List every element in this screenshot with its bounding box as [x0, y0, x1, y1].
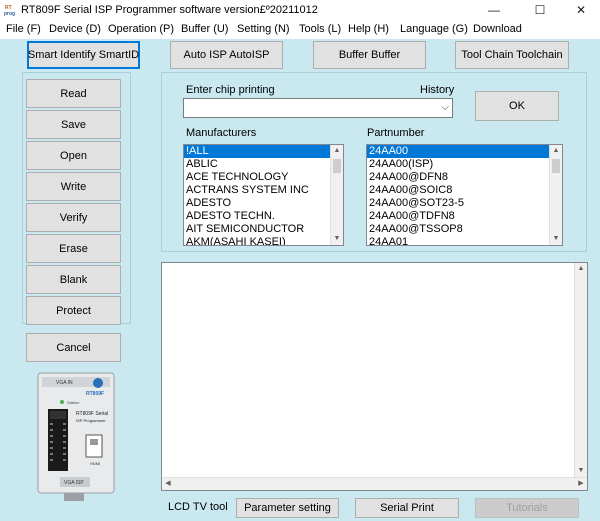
- device-led-label: Station: [67, 400, 79, 405]
- minimize-button[interactable]: —: [473, 0, 515, 21]
- protect-button[interactable]: Protect: [26, 296, 121, 325]
- list-item[interactable]: 24AA00@SOIC8: [367, 184, 562, 197]
- list-item[interactable]: 24AA00(ISP): [367, 158, 562, 171]
- open-button[interactable]: Open: [26, 141, 121, 170]
- menu-tools[interactable]: Tools (L): [299, 23, 341, 35]
- title-bar: RT prog RT809F Serial ISP Programmer sof…: [0, 0, 600, 21]
- device-side-label: HDMI: [90, 461, 100, 466]
- log-horizontal-scrollbar[interactable]: ◀ ▶: [162, 477, 587, 490]
- scroll-up-icon[interactable]: ▲: [575, 263, 587, 275]
- history-label: History: [420, 84, 455, 96]
- window-title: RT809F Serial ISP Programmer software ve…: [21, 4, 318, 16]
- scroll-right-icon[interactable]: ▶: [575, 478, 587, 490]
- maximize-button[interactable]: ☐: [519, 0, 561, 21]
- list-item[interactable]: 24AA00@DFN8: [367, 171, 562, 184]
- list-item[interactable]: AIT SEMICONDUCTOR: [184, 223, 343, 236]
- list-item[interactable]: AKM(ASAHI KASEI): [184, 236, 343, 245]
- programmer-device-image: VGA IN RT809F Station RT809F Serial ISP …: [37, 372, 115, 501]
- list-item[interactable]: 24AA01: [367, 236, 562, 245]
- menu-download[interactable]: Download: [473, 23, 522, 35]
- menu-file[interactable]: File (F): [6, 23, 41, 35]
- list-item[interactable]: 24AA00@SOT23-5: [367, 197, 562, 210]
- scroll-up-icon[interactable]: ▲: [331, 145, 343, 157]
- log-vertical-scrollbar[interactable]: ▲ ▼: [574, 263, 587, 477]
- svg-text:prog: prog: [4, 11, 15, 17]
- tool-chain-button[interactable]: Tool Chain Toolchain: [455, 41, 569, 69]
- cancel-button[interactable]: Cancel: [26, 333, 121, 362]
- parameter-setting-button[interactable]: Parameter setting: [236, 498, 339, 518]
- list-item[interactable]: ACE TECHNOLOGY: [184, 171, 343, 184]
- enter-chip-label: Enter chip printing: [186, 84, 275, 96]
- log-output[interactable]: ▲ ▼ ◀ ▶: [161, 262, 588, 491]
- menu-buffer[interactable]: Buffer (U): [181, 23, 228, 35]
- device-bottom-label: VGA ISP: [64, 480, 84, 486]
- scroll-left-icon[interactable]: ◀: [162, 478, 174, 490]
- menu-bar: File (F) Device (D) Operation (P) Buffer…: [0, 21, 600, 39]
- manufacturers-label: Manufacturers: [186, 127, 257, 139]
- menu-device[interactable]: Device (D): [49, 23, 101, 35]
- partnumber-list[interactable]: 24AA00 24AA00(ISP) 24AA00@DFN8 24AA00@SO…: [366, 144, 563, 246]
- device-brand-label: RT809F Serial: [76, 411, 108, 417]
- blank-button[interactable]: Blank: [26, 265, 121, 294]
- device-top-label: VGA IN: [56, 380, 73, 386]
- tutorials-button: Tutorials: [475, 498, 579, 518]
- scroll-down-icon[interactable]: ▼: [550, 233, 562, 245]
- menu-setting[interactable]: Setting (N): [237, 23, 290, 35]
- scroll-thumb[interactable]: [552, 159, 560, 173]
- verify-button[interactable]: Verify: [26, 203, 121, 232]
- ok-button[interactable]: OK: [475, 91, 559, 121]
- serial-print-button[interactable]: Serial Print: [355, 498, 459, 518]
- scroll-up-icon[interactable]: ▲: [550, 145, 562, 157]
- auto-isp-button[interactable]: Auto ISP AutoISP: [170, 41, 283, 69]
- device-subtitle-label: ISP Programmer: [76, 418, 106, 423]
- list-item[interactable]: 24AA00@TDFN8: [367, 210, 562, 223]
- svg-text:RT809F: RT809F: [86, 391, 104, 397]
- lcd-tv-tool-label: LCD TV tool: [168, 501, 228, 513]
- close-button[interactable]: ✕: [560, 0, 600, 21]
- menu-language[interactable]: Language (G): [400, 23, 468, 35]
- list-item[interactable]: 24AA00@TSSOP8: [367, 223, 562, 236]
- scroll-down-icon[interactable]: ▼: [575, 465, 587, 477]
- menu-operation[interactable]: Operation (P): [108, 23, 174, 35]
- list-item[interactable]: ACTRANS SYSTEM INC: [184, 184, 343, 197]
- list-item[interactable]: 24AA00: [367, 145, 562, 158]
- menu-help[interactable]: Help (H): [348, 23, 389, 35]
- manufacturers-list[interactable]: !ALL ABLIC ACE TECHNOLOGY ACTRANS SYSTEM…: [183, 144, 344, 246]
- read-button[interactable]: Read: [26, 79, 121, 108]
- partnumber-scrollbar[interactable]: ▲ ▼: [549, 145, 562, 245]
- erase-button[interactable]: Erase: [26, 234, 121, 263]
- manufacturers-scrollbar[interactable]: ▲ ▼: [330, 145, 343, 245]
- scroll-down-icon[interactable]: ▼: [331, 233, 343, 245]
- save-button[interactable]: Save: [26, 110, 121, 139]
- app-logo-icon-graphic: RT prog: [4, 3, 18, 17]
- write-button[interactable]: Write: [26, 172, 121, 201]
- scroll-thumb[interactable]: [333, 159, 341, 173]
- smart-identify-button[interactable]: Smart Identify SmartID: [27, 41, 140, 69]
- list-item[interactable]: ABLIC: [184, 158, 343, 171]
- partnumber-label: Partnumber: [367, 127, 425, 139]
- chip-printing-combo[interactable]: ⌵: [183, 98, 453, 118]
- buffer-button[interactable]: Buffer Buffer: [313, 41, 426, 69]
- list-item[interactable]: !ALL: [184, 145, 343, 158]
- list-item[interactable]: ADESTO: [184, 197, 343, 210]
- chevron-down-icon[interactable]: ⌵: [441, 102, 449, 113]
- list-item[interactable]: ADESTO TECHN.: [184, 210, 343, 223]
- app-logo-icon: RT prog: [4, 3, 18, 17]
